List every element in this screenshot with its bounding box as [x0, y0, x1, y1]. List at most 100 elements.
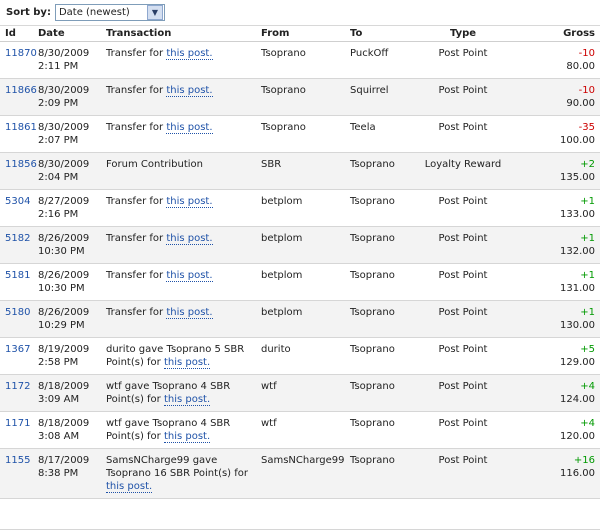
column-header-id: Id [0, 26, 38, 42]
time-value: 8:38 PM [38, 468, 79, 479]
time-value: 2:04 PM [38, 172, 79, 183]
type-cell: Loyalty Reward [413, 152, 513, 190]
type-cell: Post Point [413, 115, 513, 153]
post-link[interactable]: this post. [166, 307, 213, 319]
post-link[interactable]: this post. [166, 122, 213, 134]
post-link[interactable]: this post. [106, 481, 153, 493]
table-row: 5304 8/27/2009 2:16 PM Transfer for this po… [0, 189, 600, 227]
date-cell: 8/30/2009 2:07 PM [38, 115, 106, 153]
id-cell: 1367 [0, 337, 38, 375]
time-value: 2:58 PM [38, 357, 79, 368]
transaction-text: Transfer for [106, 233, 167, 244]
transaction-id-link[interactable]: 5304 [5, 196, 30, 207]
date-cell: 8/26/2009 10:29 PM [38, 300, 106, 338]
post-link[interactable]: this post. [163, 357, 211, 369]
date-value: 8/18/2009 [38, 418, 90, 429]
to-cell: Tsoprano [350, 374, 413, 412]
table-header-row: Id Date Transaction From To Type Gross [0, 26, 600, 42]
gross-total: 131.00 [560, 283, 595, 294]
post-link[interactable]: this post. [166, 48, 213, 60]
type-value: Post Point [438, 233, 488, 244]
to-cell: Tsoprano [350, 226, 413, 264]
table-row: 1171 8/18/2009 3:08 AM wtf gave Tsoprano 4 … [0, 411, 600, 449]
transaction-id-link[interactable]: 11856 [5, 159, 37, 170]
type-value: Post Point [438, 85, 488, 96]
gross-total: 80.00 [566, 61, 595, 72]
to-cell: Tsoprano [350, 189, 413, 227]
transaction-id-link[interactable]: 5180 [5, 307, 30, 318]
gross-cell: +16 116.00 [513, 448, 600, 499]
table-footer-space [0, 499, 600, 530]
gross-delta: +2 [580, 159, 595, 170]
from-cell: Tsoprano [261, 115, 350, 153]
post-link[interactable]: this post. [163, 394, 211, 406]
gross-total: 130.00 [560, 320, 595, 331]
post-link[interactable]: this post. [163, 431, 211, 443]
transaction-id-link[interactable]: 5181 [5, 270, 30, 281]
date-cell: 8/30/2009 2:11 PM [38, 41, 106, 79]
transaction-id-link[interactable]: 11870 [5, 48, 37, 59]
to-cell: Tsoprano [350, 411, 413, 449]
column-header-to: To [350, 26, 413, 42]
to-value: Tsoprano [350, 344, 395, 355]
transaction-id-link[interactable]: 1172 [5, 381, 30, 392]
from-value: betplom [261, 307, 303, 318]
table-row: 5181 8/26/2009 10:30 PM Transfer for this p… [0, 263, 600, 301]
id-cell: 11870 [0, 41, 38, 79]
transaction-id-link[interactable]: 11866 [5, 85, 37, 96]
time-value: 2:09 PM [38, 98, 79, 109]
time-value: 10:30 PM [38, 283, 85, 294]
from-cell: Tsoprano [261, 78, 350, 116]
gross-total: 124.00 [560, 394, 595, 405]
id-cell: 5182 [0, 226, 38, 264]
id-cell: 5180 [0, 300, 38, 338]
date-value: 8/30/2009 [38, 85, 90, 96]
from-value: durito [261, 344, 291, 355]
post-link[interactable]: this post. [166, 233, 213, 245]
to-cell: Tsoprano [350, 300, 413, 338]
post-link[interactable]: this post. [166, 270, 213, 282]
gross-total: 100.00 [560, 135, 595, 146]
gross-total: 135.00 [560, 172, 595, 183]
sort-label: Sort by: [6, 7, 51, 18]
date-cell: 8/30/2009 2:04 PM [38, 152, 106, 190]
from-value: wtf [261, 381, 277, 392]
type-value: Post Point [438, 381, 488, 392]
gross-delta: +16 [573, 455, 595, 466]
transactions-table: Id Date Transaction From To Type Gross 1… [0, 26, 600, 499]
from-cell: wtf [261, 374, 350, 412]
type-value: Post Point [438, 455, 488, 466]
post-link[interactable]: this post. [166, 196, 213, 208]
transaction-cell: wtf gave Tsoprano 4 SBR Point(s) for thi… [106, 374, 261, 412]
type-value: Post Point [438, 48, 488, 59]
from-cell: SamsNCharge99 [261, 448, 350, 499]
chevron-down-icon[interactable]: ▼ [146, 5, 163, 20]
table-row: 11861 8/30/2009 2:07 PM Transfer for this p… [0, 115, 600, 153]
transaction-id-link[interactable]: 1367 [5, 344, 30, 355]
gross-cell: +1 132.00 [513, 226, 600, 264]
type-cell: Post Point [413, 226, 513, 264]
table-row: 5182 8/26/2009 10:30 PM Transfer for this p… [0, 226, 600, 264]
from-cell: betplom [261, 189, 350, 227]
date-value: 8/18/2009 [38, 381, 90, 392]
transaction-text: Transfer for [106, 85, 167, 96]
sort-select[interactable]: Date (newest) ▼ [54, 4, 165, 21]
transaction-cell: Transfer for this post. [106, 41, 261, 79]
id-cell: 1172 [0, 374, 38, 412]
date-value: 8/26/2009 [38, 307, 90, 318]
from-cell: betplom [261, 226, 350, 264]
type-value: Loyalty Reward [424, 159, 502, 170]
type-value: Post Point [438, 122, 488, 133]
id-cell: 1171 [0, 411, 38, 449]
transaction-id-link[interactable]: 5182 [5, 233, 30, 244]
gross-total: 132.00 [560, 246, 595, 257]
table-row: 11870 8/30/2009 2:11 PM Transfer for this p… [0, 41, 600, 79]
from-cell: betplom [261, 263, 350, 301]
table-row: 5180 8/26/2009 10:29 PM Transfer for this p… [0, 300, 600, 338]
transaction-id-link[interactable]: 1171 [5, 418, 30, 429]
transaction-id-link[interactable]: 1155 [5, 455, 30, 466]
transaction-id-link[interactable]: 11861 [5, 122, 37, 133]
column-header-from: From [261, 26, 350, 42]
post-link[interactable]: this post. [166, 85, 213, 97]
column-header-transaction: Transaction [106, 26, 261, 42]
